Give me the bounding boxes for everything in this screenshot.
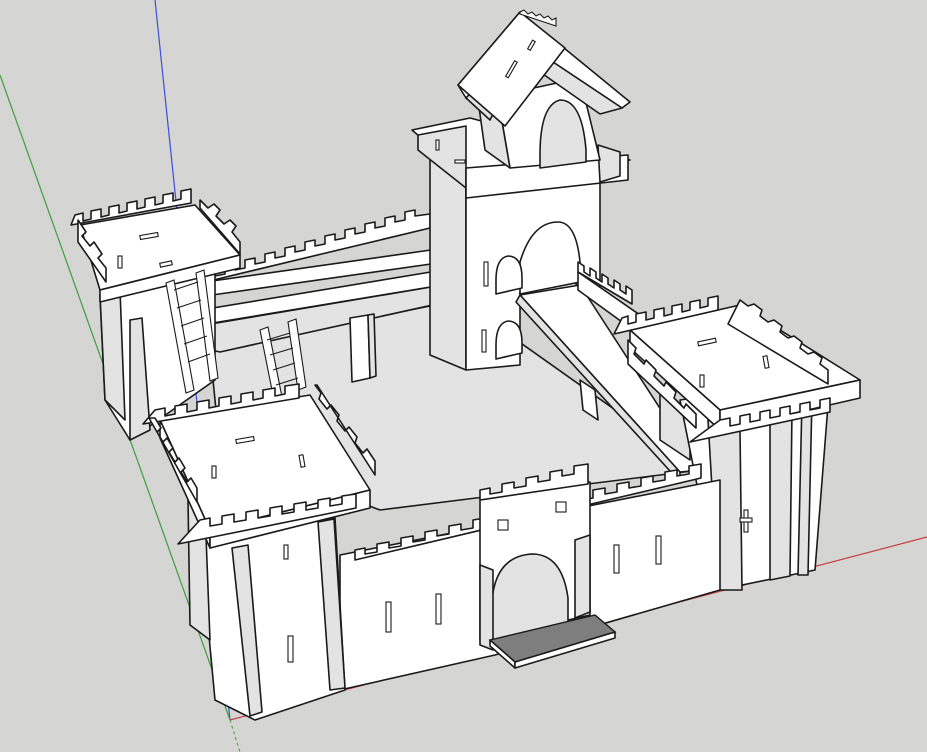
green-axis-dashed xyxy=(229,719,241,752)
modeling-viewport[interactable] xyxy=(0,0,927,752)
tower-top-house xyxy=(457,9,631,169)
castle-model-scene[interactable] xyxy=(0,0,927,752)
